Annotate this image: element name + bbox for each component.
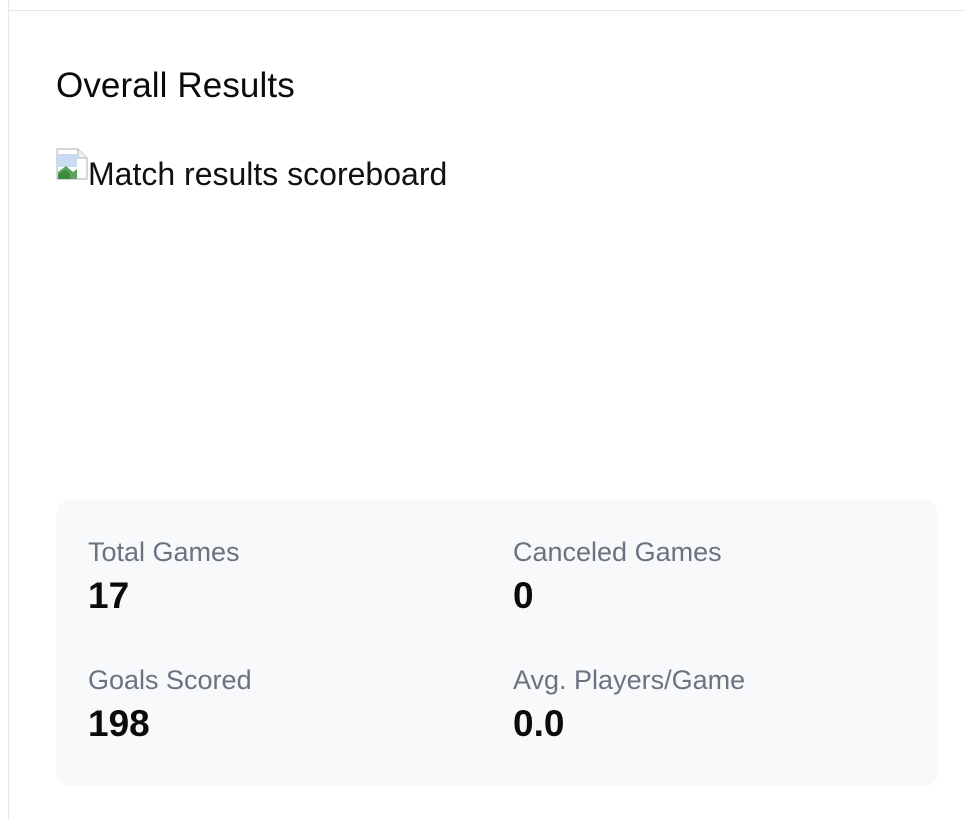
left-divider	[8, 10, 9, 820]
image-alt-text: Match results scoreboard	[88, 156, 448, 192]
stat-total-games: Total Games 17	[88, 534, 240, 620]
stat-label: Avg. Players/Game	[513, 665, 746, 695]
top-divider	[8, 0, 966, 11]
stat-label: Total Games	[88, 537, 240, 567]
stat-label: Goals Scored	[88, 665, 252, 695]
stat-value: 17	[88, 575, 130, 616]
section-title: Overall Results	[56, 66, 295, 105]
scoreboard-image: Match results scoreboard	[56, 148, 936, 468]
overall-results-page: Overall Results Match results scoreboard…	[0, 0, 966, 820]
stat-value: 198	[88, 703, 150, 744]
stat-goals-scored: Goals Scored 198	[88, 662, 252, 748]
stat-value: 0.0	[513, 703, 565, 744]
stat-canceled-games: Canceled Games 0	[513, 534, 722, 620]
stat-avg-players: Avg. Players/Game 0.0	[513, 662, 745, 748]
broken-image-icon	[56, 148, 88, 180]
stat-label: Canceled Games	[513, 537, 722, 567]
stats-card: Total Games 17 Canceled Games 0 Goals Sc…	[56, 500, 938, 786]
stat-value: 0	[513, 575, 534, 616]
